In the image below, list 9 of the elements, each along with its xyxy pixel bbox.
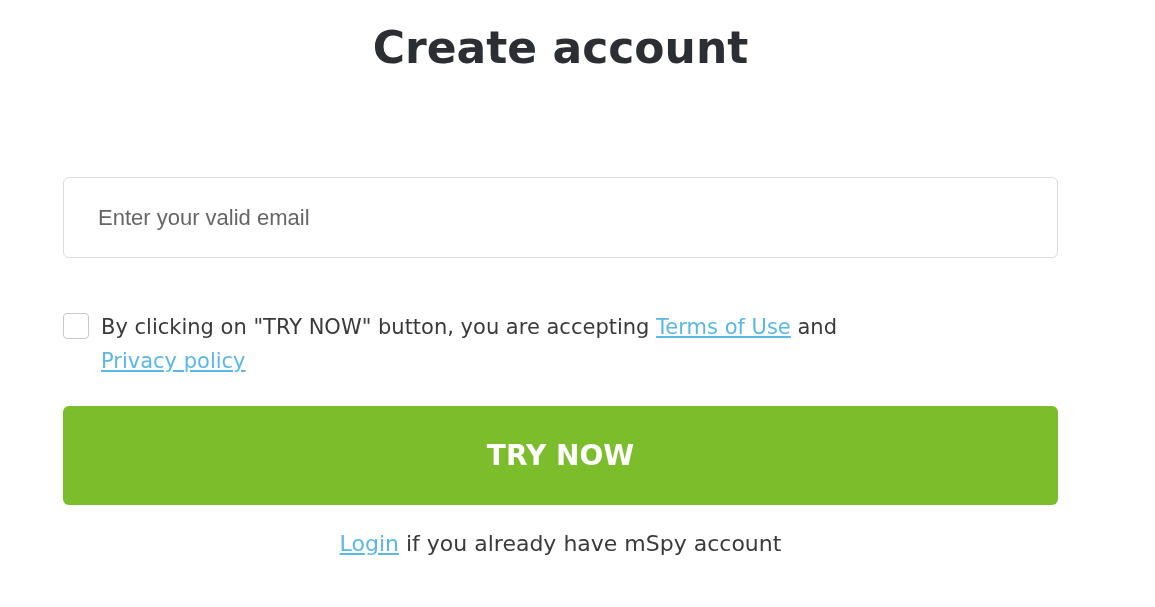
- login-text: Login if you already have mSpy account: [339, 531, 782, 556]
- terms-link[interactable]: Terms of Use: [656, 315, 791, 339]
- page-title: Create account: [372, 21, 749, 75]
- terms-checkbox[interactable]: [63, 313, 89, 339]
- terms-text: By clicking on "TRY NOW" button, you are accepting Terms of Use and Privacy policy: [101, 314, 838, 375]
- try-now-button[interactable]: TRY NOW: [63, 406, 1058, 505]
- login-link[interactable]: Login: [339, 531, 399, 556]
- email-field[interactable]: Enter your valid email: [63, 177, 1058, 258]
- privacy-link[interactable]: Privacy policy: [101, 349, 246, 373]
